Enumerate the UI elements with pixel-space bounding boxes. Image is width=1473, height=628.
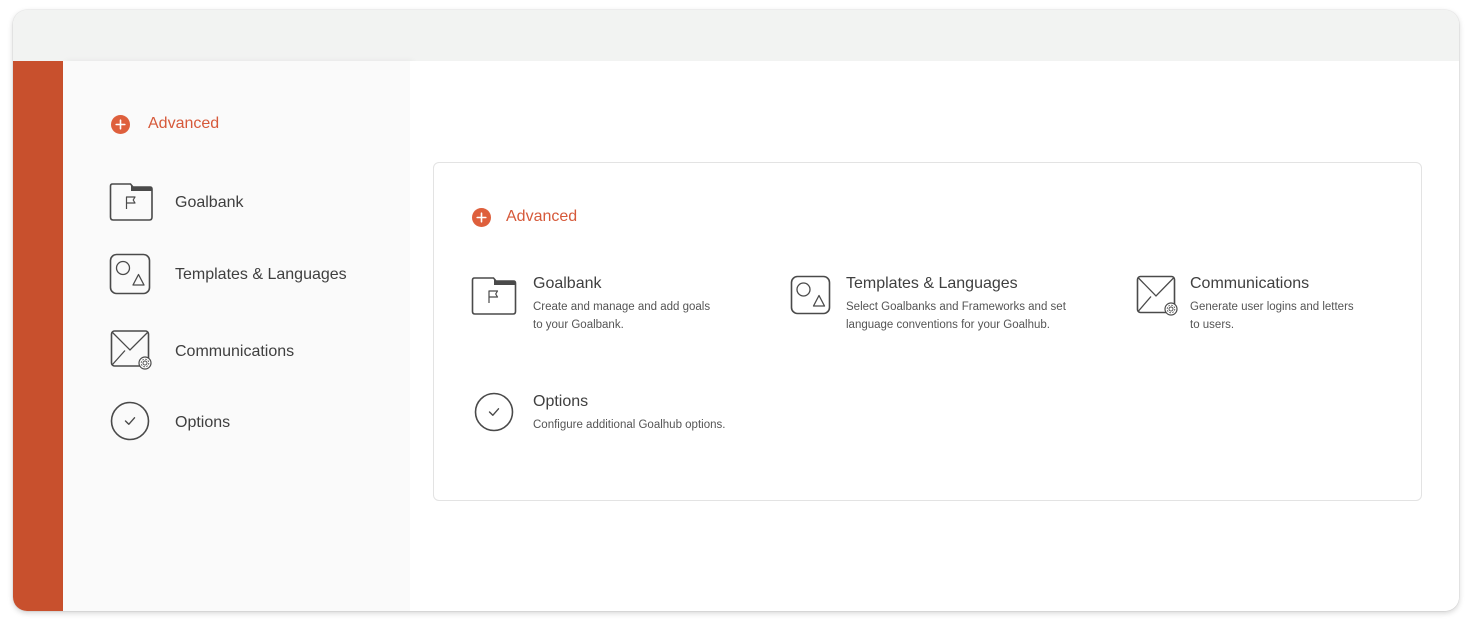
- tile-description-line: to your Goalbank.: [533, 319, 624, 331]
- tile-title: Templates & Languages: [846, 275, 1018, 292]
- tile-description-line: Configure additional Goalhub options.: [533, 419, 726, 431]
- folder-flag-icon: [471, 276, 517, 321]
- tile-description-line: Create and manage and add goals: [533, 301, 711, 313]
- app-window: Advanced Goalbank Templates & Languages …: [13, 10, 1459, 611]
- folder-flag-icon: [109, 182, 153, 227]
- sidebar-item-label: Communications: [175, 343, 295, 360]
- tile-templates-languages[interactable]: Templates & Languages Select Goalbanks a…: [790, 274, 1100, 336]
- tile-description-line: Select Goalbanks and Frameworks and set: [846, 301, 1066, 313]
- tile-options[interactable]: Options Configure additional Goalhub opt…: [474, 392, 774, 436]
- main-content: Advanced Goalbank Create and manage and …: [410, 61, 1459, 611]
- sidebar-section-advanced[interactable]: Advanced: [111, 113, 251, 137]
- tile-title: Options: [533, 393, 589, 410]
- tile-description: Create and manage and add goals to your …: [533, 298, 710, 334]
- shapes-icon: [790, 275, 832, 320]
- sidebar: Advanced Goalbank Templates & Languages …: [63, 61, 410, 611]
- tile-title: Communications: [1190, 275, 1310, 292]
- tile-description: Configure additional Goalhub options.: [533, 416, 725, 434]
- tile-description: Select Goalbanks and Frameworks and set …: [846, 298, 1066, 334]
- top-bar: [13, 10, 1459, 61]
- tile-description-line: to users.: [1190, 319, 1235, 331]
- tile-communications[interactable]: Communications Generate user logins and …: [1136, 274, 1396, 336]
- sidebar-item-label: Templates & Languages: [175, 266, 347, 283]
- sidebar-item-templates-languages[interactable]: Templates & Languages: [107, 253, 397, 297]
- plus-icon: [472, 208, 491, 227]
- envelope-icon: [1136, 275, 1180, 322]
- sidebar-item-options[interactable]: Options: [107, 401, 397, 445]
- check-circle-icon: [474, 392, 514, 437]
- tile-goalbank[interactable]: Goalbank Create and manage and add goals…: [471, 274, 751, 336]
- plus-icon: [111, 115, 130, 134]
- tile-description-line: language conventions for your Goalhub.: [846, 319, 1050, 331]
- sidebar-item-communications[interactable]: Communications: [107, 329, 397, 373]
- tile-description-line: Generate user logins and letters: [1190, 301, 1354, 313]
- sidebar-section-label: Advanced: [148, 115, 220, 132]
- card-section-label: Advanced: [506, 208, 578, 225]
- tile-title: Goalbank: [533, 275, 602, 292]
- sidebar-item-label: Goalbank: [175, 194, 244, 211]
- envelope-icon: [110, 329, 154, 376]
- sidebar-item-goalbank[interactable]: Goalbank: [107, 182, 397, 226]
- advanced-card: Advanced Goalbank Create and manage and …: [433, 162, 1422, 501]
- nav-rail: [13, 61, 63, 611]
- tile-description: Generate user logins and letters to user…: [1190, 298, 1354, 334]
- check-circle-icon: [110, 401, 150, 446]
- card-section-advanced[interactable]: Advanced: [472, 206, 612, 230]
- sidebar-item-label: Options: [175, 414, 231, 431]
- shapes-icon: [109, 253, 151, 300]
